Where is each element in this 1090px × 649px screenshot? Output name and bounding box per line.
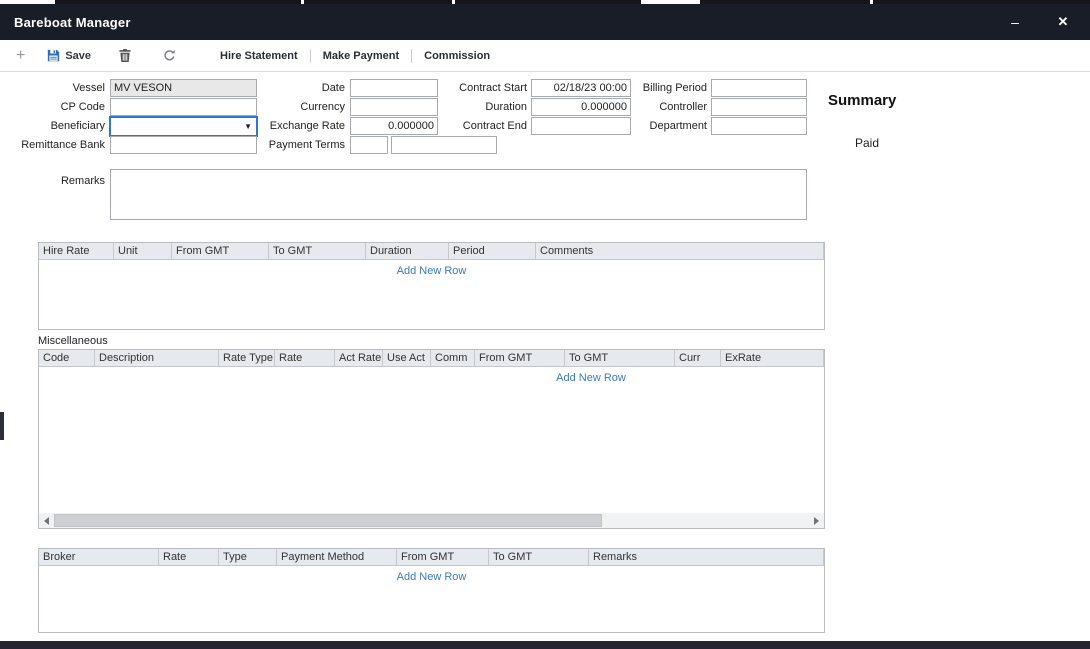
billing-period-label: Billing Period xyxy=(615,82,707,94)
column-header: Remarks xyxy=(589,549,824,565)
close-button[interactable]: ✕ xyxy=(1048,9,1078,35)
column-header: Rate xyxy=(159,549,219,565)
vessel-label: Vessel xyxy=(5,82,105,94)
save-button-label: Save xyxy=(65,50,91,62)
background-window-edge xyxy=(0,412,4,440)
column-header: Duration xyxy=(366,243,449,259)
add-new-row-link[interactable]: Add New Row xyxy=(39,367,824,384)
payment-terms-description-input[interactable] xyxy=(391,136,497,154)
make-payment-button[interactable]: Make Payment xyxy=(323,50,399,62)
scroll-left-icon[interactable] xyxy=(39,513,54,528)
remittance-bank-input[interactable] xyxy=(110,136,257,154)
column-header: ExRate xyxy=(721,350,824,366)
column-header: Comments xyxy=(536,243,824,259)
column-header: Payment Method xyxy=(277,549,397,565)
hire-rate-table-body: Add New Row xyxy=(39,260,824,329)
scroll-right-icon[interactable] xyxy=(809,513,824,528)
minimize-button[interactable]: – xyxy=(1000,9,1030,35)
date-input[interactable] xyxy=(350,79,438,97)
currency-label: Currency xyxy=(245,101,345,113)
duration-label: Duration xyxy=(435,101,527,113)
contract-start-label: Contract Start xyxy=(435,82,527,94)
column-header: Rate Type xyxy=(219,350,275,366)
column-header: Code xyxy=(39,350,95,366)
miscellaneous-table-body: Add New Row xyxy=(39,367,824,512)
column-header: Act Rate xyxy=(335,350,383,366)
payment-terms-code-input[interactable] xyxy=(350,136,388,154)
refresh-icon xyxy=(163,49,176,62)
cp-code-input[interactable] xyxy=(110,98,257,116)
summary-heading: Summary xyxy=(828,92,896,109)
column-header: Curr xyxy=(675,350,721,366)
refresh-button[interactable] xyxy=(163,49,176,62)
toolbar-separator xyxy=(310,49,311,63)
controller-input[interactable] xyxy=(711,98,807,116)
column-header: From GMT xyxy=(172,243,269,259)
column-header: From GMT xyxy=(475,350,565,366)
hire-statement-button[interactable]: Hire Statement xyxy=(220,50,298,62)
exchange-rate-label: Exchange Rate xyxy=(245,120,345,132)
save-button[interactable]: Save xyxy=(47,49,91,62)
controller-label: Controller xyxy=(615,101,707,113)
column-header: To GMT xyxy=(269,243,366,259)
screen: Bareboat Manager – ✕ + Save Hire Stateme… xyxy=(0,0,1090,649)
miscellaneous-table-header: Code Description Rate Type Rate Act Rate… xyxy=(39,350,824,367)
column-header: Rate xyxy=(275,350,335,366)
column-header: Type xyxy=(219,549,277,565)
date-label: Date xyxy=(245,82,345,94)
department-input[interactable] xyxy=(711,117,807,135)
scrollbar-thumb[interactable] xyxy=(54,514,602,527)
broker-table: Broker Rate Type Payment Method From GMT… xyxy=(38,548,825,633)
toolbar: + Save Hire Statement Make Payment Commi… xyxy=(0,40,1090,72)
vessel-input[interactable] xyxy=(110,79,257,97)
hire-rate-table-header: Hire Rate Unit From GMT To GMT Duration … xyxy=(39,243,824,260)
remarks-textarea[interactable] xyxy=(110,169,807,220)
trash-icon xyxy=(119,49,131,62)
commission-button[interactable]: Commission xyxy=(424,50,490,62)
column-header: Use Act xyxy=(383,350,431,366)
save-icon xyxy=(47,49,60,62)
contract-end-label: Contract End xyxy=(435,120,527,132)
exchange-rate-input[interactable] xyxy=(350,117,438,135)
column-header: Broker xyxy=(39,549,159,565)
remittance-bank-label: Remittance Bank xyxy=(5,139,105,151)
miscellaneous-table-content: Add New Row xyxy=(39,367,824,384)
beneficiary-select[interactable]: ▼ xyxy=(109,116,258,137)
hire-rate-table: Hire Rate Unit From GMT To GMT Duration … xyxy=(38,242,825,330)
broker-table-body: Add New Row xyxy=(39,566,824,632)
broker-table-header: Broker Rate Type Payment Method From GMT… xyxy=(39,549,824,566)
add-new-row-link[interactable]: Add New Row xyxy=(39,260,824,277)
column-header: Period xyxy=(449,243,536,259)
cp-code-label: CP Code xyxy=(5,101,105,113)
column-header: Hire Rate xyxy=(39,243,114,259)
column-header: From GMT xyxy=(397,549,489,565)
toolbar-separator xyxy=(411,49,412,63)
background-taskbar-edge xyxy=(0,641,1090,649)
horizontal-scrollbar[interactable] xyxy=(39,513,824,528)
paid-label: Paid xyxy=(855,136,879,150)
currency-input[interactable] xyxy=(350,98,438,116)
payment-terms-label: Payment Terms xyxy=(245,139,345,151)
delete-button[interactable] xyxy=(119,49,131,62)
column-header: Comm xyxy=(431,350,475,366)
beneficiary-label: Beneficiary xyxy=(5,120,105,132)
title-bar: Bareboat Manager – ✕ xyxy=(0,4,1090,40)
column-header: Description xyxy=(95,350,219,366)
billing-period-input[interactable] xyxy=(711,79,807,97)
miscellaneous-table: Code Description Rate Type Rate Act Rate… xyxy=(38,349,825,529)
column-header: To GMT xyxy=(489,549,589,565)
add-new-row-link[interactable]: Add New Row xyxy=(39,566,824,583)
column-header: To GMT xyxy=(565,350,675,366)
add-icon[interactable]: + xyxy=(16,48,25,64)
miscellaneous-heading: Miscellaneous xyxy=(38,335,108,347)
remarks-label: Remarks xyxy=(5,175,105,187)
department-label: Department xyxy=(615,120,707,132)
window-title: Bareboat Manager xyxy=(14,15,131,30)
column-header: Unit xyxy=(114,243,172,259)
